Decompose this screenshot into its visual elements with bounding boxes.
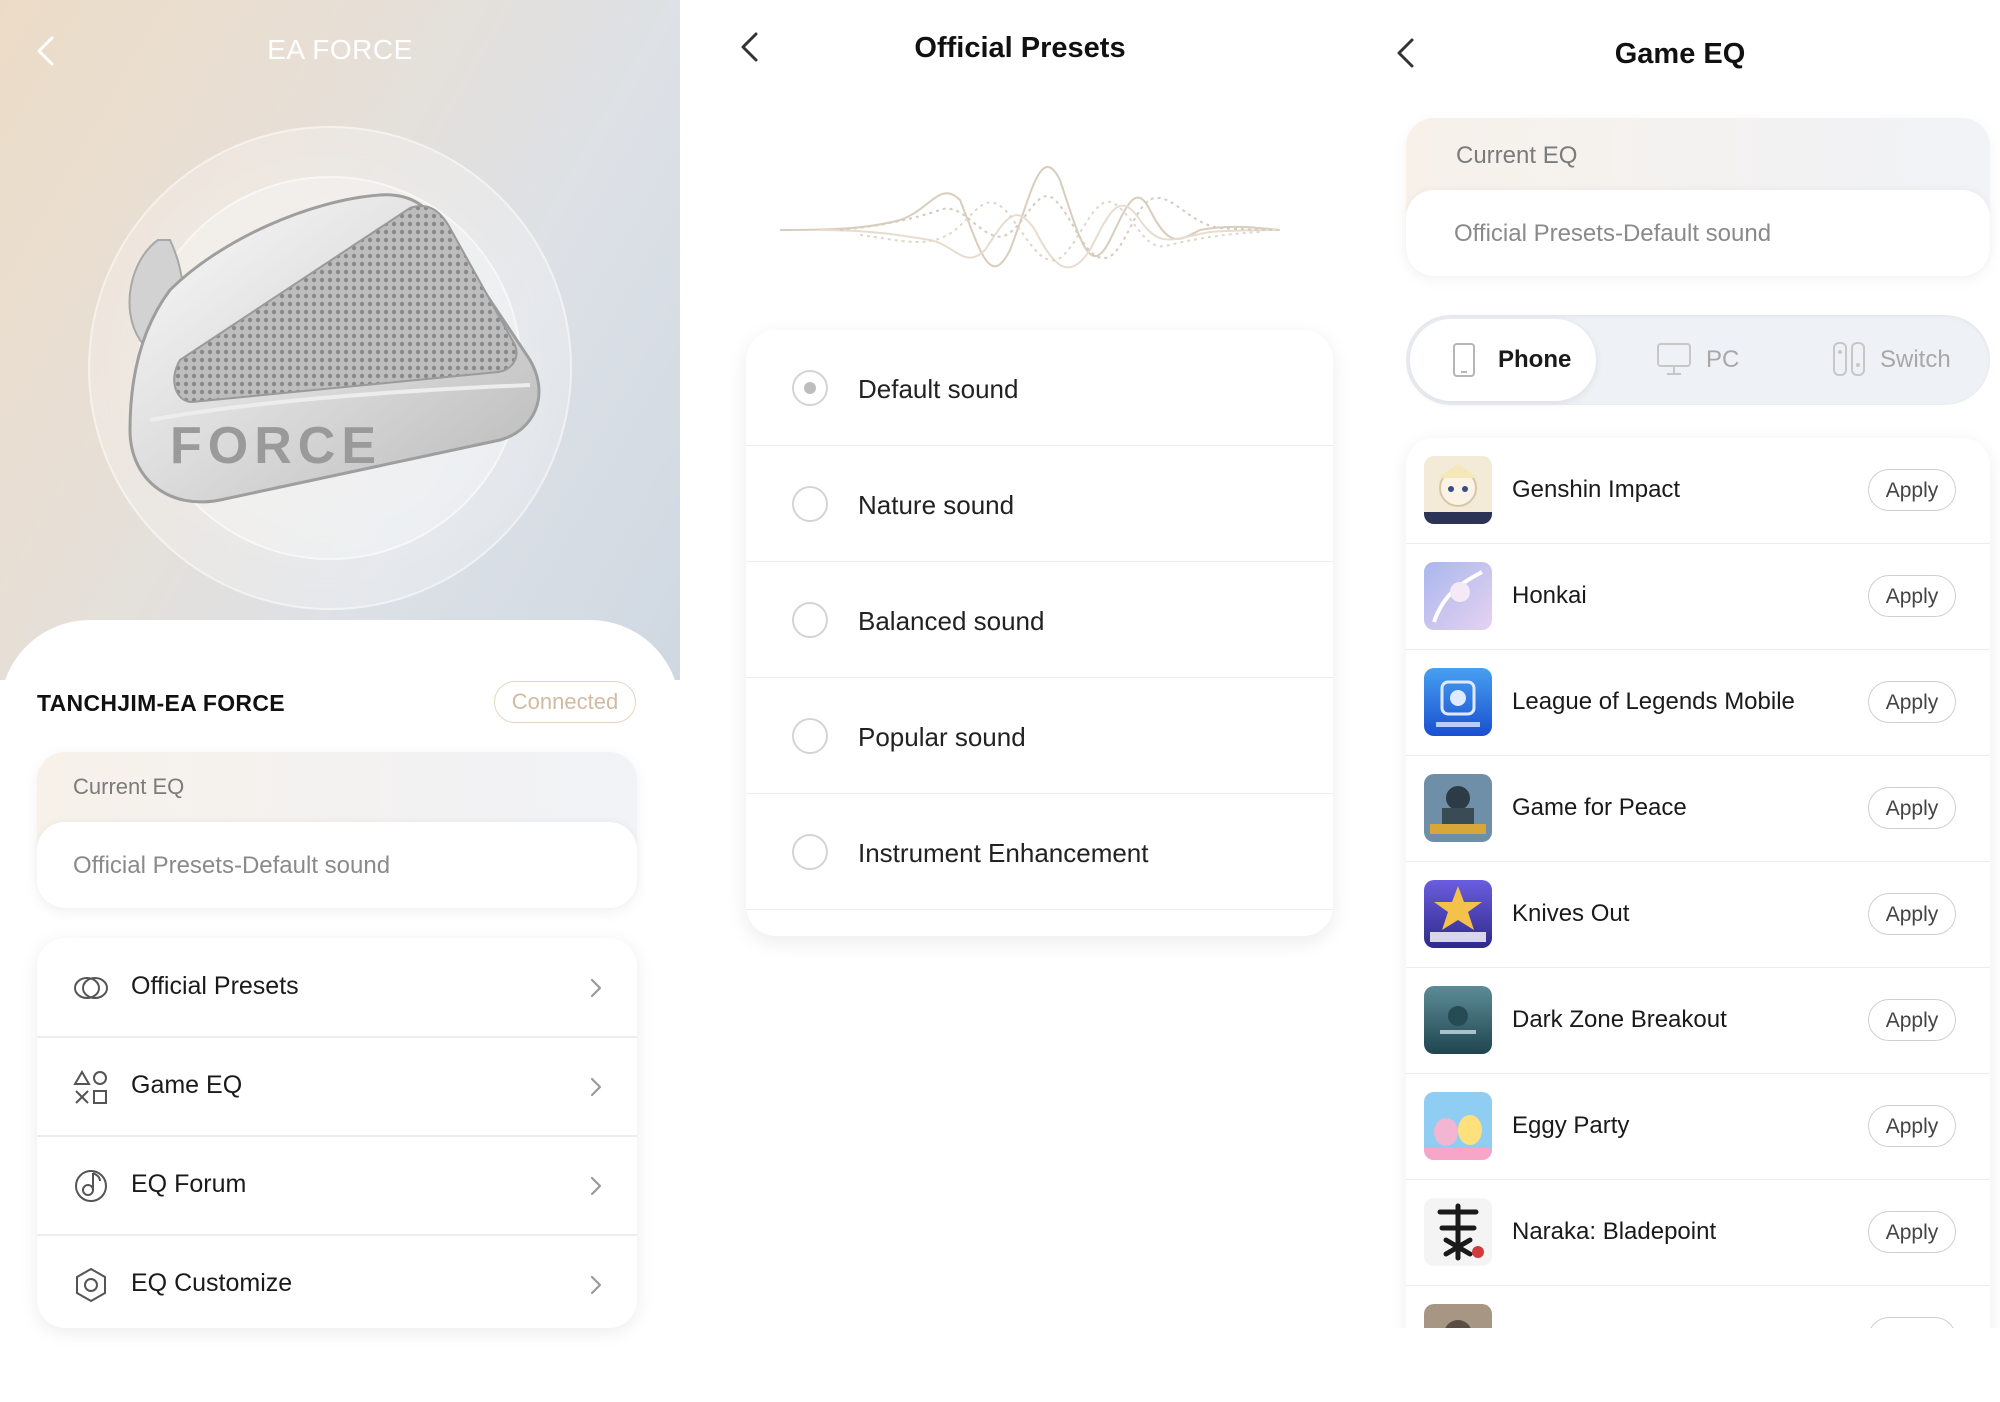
games-list: Genshin Impact Apply Honkai Apply League… (1406, 438, 1990, 1328)
menu-item-eq-customize[interactable]: EQ Customize (37, 1235, 637, 1333)
preset-label: Default sound (858, 374, 1019, 404)
svg-text:FORCE: FORCE (170, 417, 382, 475)
menu-card: Official Presets Game EQ EQ Forum EQ Cus… (37, 938, 637, 1328)
chevron-right-icon (590, 1077, 602, 1097)
chevron-right-icon (590, 978, 602, 998)
game-row-partial: Apply (1406, 1286, 1990, 1328)
current-eq-value: Official Presets-Default sound (73, 852, 391, 879)
game-thumbnail-dark-zone-breakout (1424, 986, 1492, 1054)
earphone-image: FORCE (128, 193, 541, 504)
apply-button[interactable]: Apply (1868, 787, 1956, 829)
page-title: Official Presets (914, 32, 1126, 64)
preset-label: Balanced sound (858, 606, 1045, 636)
radio-button[interactable] (792, 718, 828, 754)
game-row-honkai: Honkai Apply (1406, 544, 1990, 650)
menu-item-label: EQ Forum (131, 1170, 247, 1198)
preset-label: Nature sound (858, 490, 1015, 520)
game-name: Genshin Impact (1512, 476, 1681, 503)
current-eq-label: Current EQ (73, 774, 185, 799)
chevron-right-icon (590, 1275, 602, 1295)
game-name: Knives Out (1512, 900, 1630, 927)
radio-button[interactable] (792, 486, 828, 522)
menu-item-eq-forum[interactable]: EQ Forum (37, 1136, 637, 1234)
apply-button[interactable]: Apply (1868, 1211, 1956, 1253)
device-name: TANCHJIM-EA FORCE (37, 690, 285, 716)
game-thumbnail-genshin-impact (1424, 456, 1492, 524)
game-name: Dark Zone Breakout (1512, 1006, 1727, 1033)
device-hero: EA FORCE FORCE (0, 0, 680, 680)
game-name: Game for Peace (1512, 794, 1687, 821)
game-thumbnail-knives-out (1424, 880, 1492, 948)
game-row-dark-zone-breakout: Dark Zone Breakout Apply (1406, 968, 1990, 1074)
game-row-game-for-peace: Game for Peace Apply (1406, 756, 1990, 862)
preset-label: Popular sound (858, 722, 1026, 752)
preset-option-popular[interactable]: Popular sound (746, 678, 1333, 794)
preset-option-default[interactable]: Default sound (746, 330, 1333, 446)
game-name: League of Legends Mobile (1512, 688, 1795, 715)
game-name: Eggy Party (1512, 1112, 1630, 1139)
game-eq-screen: Game EQ Current EQ Official Presets-Defa… (1360, 0, 2000, 1402)
current-eq-card: Current EQ Official Presets-Default soun… (37, 752, 637, 908)
official-presets-screen: Official Presets Default sound Nature so… (680, 0, 1360, 1402)
rings-icon (74, 977, 108, 999)
preset-option-balanced[interactable]: Balanced sound (746, 562, 1333, 678)
music-note-icon (75, 1170, 107, 1202)
menu-item-label: EQ Customize (131, 1269, 293, 1297)
game-row-eggy-party: Eggy Party Apply (1406, 1074, 1990, 1180)
preset-option-nature[interactable]: Nature sound (746, 446, 1333, 562)
preset-option-instrument-enhancement[interactable]: Instrument Enhancement (746, 794, 1333, 910)
game-name: Naraka: Bladepoint (1512, 1218, 1717, 1245)
radio-button[interactable] (792, 834, 828, 870)
game-thumbnail-partial (1424, 1304, 1492, 1328)
game-thumbnail-naraka-bladepoint (1424, 1198, 1492, 1266)
apply-button[interactable]: Apply (1868, 1105, 1956, 1147)
sound-wave-graphic (780, 165, 1280, 269)
apply-button[interactable]: Apply (1868, 681, 1956, 723)
menu-item-official-presets[interactable]: Official Presets (37, 938, 637, 1036)
device-screen: EA FORCE FORCE TANCHJIM-EA FORCE Connect… (0, 0, 680, 1402)
game-thumbnail-league-of-legends (1424, 668, 1492, 736)
game-row-league-of-legends-mobile: League of Legends Mobile Apply (1406, 650, 1990, 756)
apply-button[interactable]: Apply (1868, 1317, 1956, 1328)
game-row-naraka-bladepoint: Naraka: Bladepoint Apply (1406, 1180, 1990, 1286)
game-shapes-icon (73, 1070, 107, 1104)
chevron-right-icon (590, 1176, 602, 1196)
connection-status-badge: Connected (494, 681, 636, 723)
game-name: Honkai (1512, 582, 1587, 609)
apply-button[interactable]: Apply (1868, 469, 1956, 511)
game-thumbnail-game-for-peace (1424, 774, 1492, 842)
menu-item-game-eq[interactable]: Game EQ (37, 1037, 637, 1135)
current-eq-value-box: Official Presets-Default sound (37, 822, 637, 908)
hexagon-icon (76, 1267, 106, 1303)
radio-button[interactable] (792, 602, 828, 638)
presets-list: Default sound Nature sound Balanced soun… (746, 330, 1333, 936)
page-title: EA FORCE (267, 34, 413, 65)
apply-button[interactable]: Apply (1868, 575, 1956, 617)
game-row-genshin-impact: Genshin Impact Apply (1406, 438, 1990, 544)
radio-button-selected[interactable] (792, 370, 828, 406)
menu-item-label: Game EQ (131, 1071, 243, 1099)
game-thumbnail-honkai (1424, 562, 1492, 630)
game-thumbnail-eggy-party (1424, 1092, 1492, 1160)
menu-item-label: Official Presets (131, 972, 299, 1000)
games-scroll-area[interactable]: Genshin Impact Apply Honkai Apply League… (1360, 0, 2000, 1328)
preset-label: Instrument Enhancement (858, 838, 1149, 868)
apply-button[interactable]: Apply (1868, 893, 1956, 935)
game-row-knives-out: Knives Out Apply (1406, 862, 1990, 968)
apply-button[interactable]: Apply (1868, 999, 1956, 1041)
